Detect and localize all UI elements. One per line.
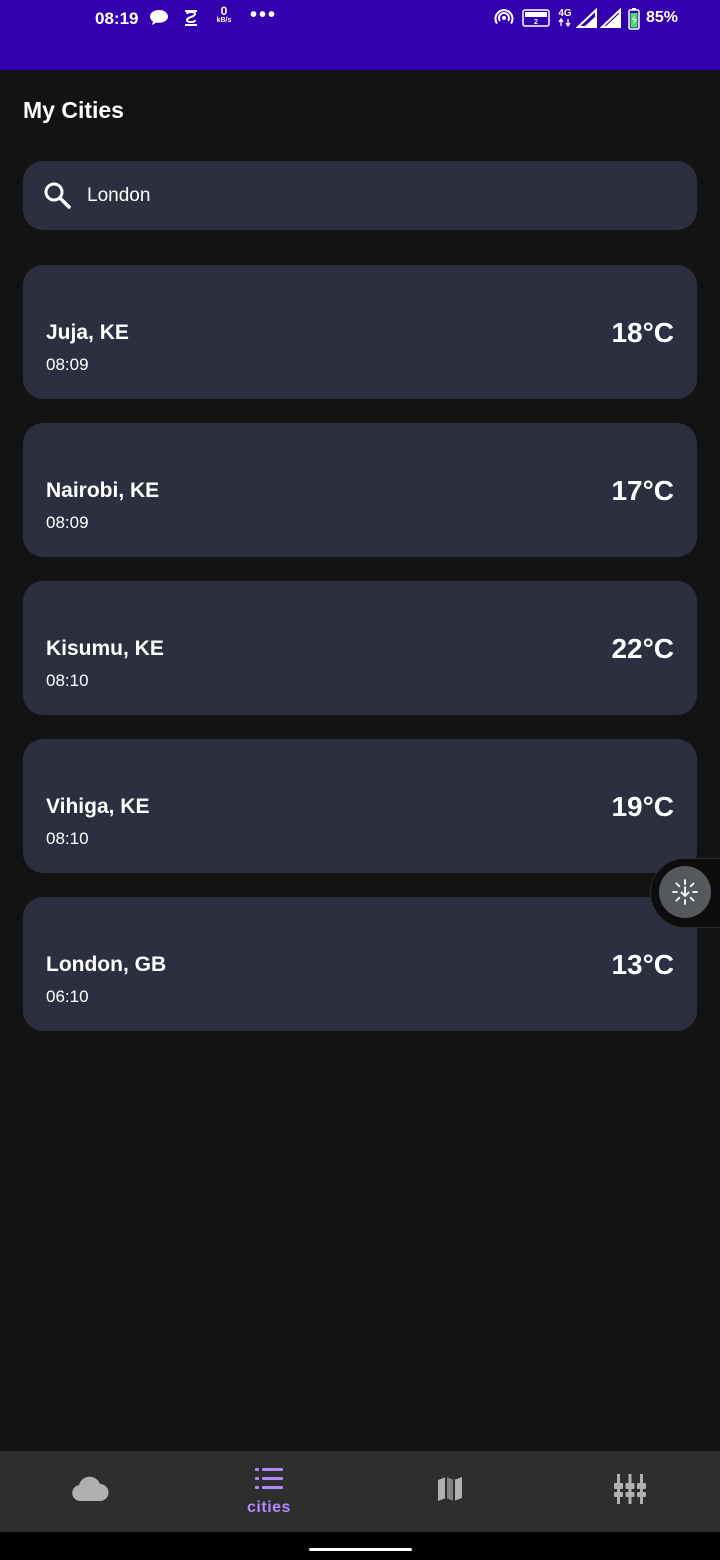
- city-temperature: 19°C: [611, 791, 674, 822]
- city-card-nairobi[interactable]: Nairobi, KE 08:09 17°C: [23, 423, 697, 557]
- city-card-london[interactable]: London, GB 06:10 13°C: [23, 897, 697, 1031]
- city-temperature: 22°C: [611, 633, 674, 664]
- city-name: Nairobi, KE: [46, 479, 160, 502]
- hotspot-icon: [493, 8, 515, 28]
- home-gesture-bar[interactable]: [309, 1548, 412, 1551]
- nav-settings[interactable]: [580, 1451, 680, 1532]
- list-icon: [254, 1466, 284, 1497]
- city-card-kisumu[interactable]: Kisumu, KE 08:10 22°C: [23, 581, 697, 715]
- city-local-time: 06:10: [46, 987, 89, 1006]
- svg-text:2: 2: [534, 19, 538, 26]
- nav-cities-label: cities: [247, 1499, 291, 1516]
- chat-bubble-icon: [148, 8, 170, 28]
- status-bar: 08:19 0 kB/s ••• 2 4G 85%: [0, 0, 720, 70]
- search-icon[interactable]: [42, 180, 72, 210]
- city-local-time: 08:09: [46, 355, 89, 374]
- city-temperature: 17°C: [611, 475, 674, 506]
- bottom-nav: cities: [0, 1451, 720, 1532]
- signal-1-icon: [576, 8, 598, 28]
- page-title: My Cities: [23, 97, 124, 123]
- city-local-time: 08:10: [46, 671, 89, 690]
- sliders-icon: [613, 1473, 647, 1510]
- more-notifications-icon: •••: [250, 4, 278, 26]
- city-name: Vihiga, KE: [46, 795, 150, 818]
- city-card-vihiga[interactable]: Vihiga, KE 08:10 19°C: [23, 739, 697, 873]
- status-time: 08:19: [95, 9, 139, 28]
- cloud-icon: [71, 1476, 109, 1507]
- vpn-s-icon: [181, 8, 201, 28]
- nav-map[interactable]: [400, 1451, 500, 1532]
- city-name: Kisumu, KE: [46, 637, 164, 660]
- city-temperature: 18°C: [611, 317, 674, 348]
- city-list: Juja, KE 08:09 18°C Nairobi, KE 08:09 17…: [23, 265, 697, 1055]
- search-input[interactable]: [87, 183, 667, 209]
- volte-icon: 2: [522, 9, 550, 27]
- net-speed: 0 kB/s: [216, 4, 232, 24]
- map-icon: [436, 1475, 464, 1508]
- signal-2-icon: [600, 8, 622, 28]
- nav-cities[interactable]: cities: [219, 1451, 319, 1532]
- battery-percent: 85%: [646, 9, 679, 26]
- city-name: Juja, KE: [46, 321, 129, 344]
- gesture-area: [0, 1532, 720, 1560]
- svg-text:4G: 4G: [558, 8, 572, 19]
- screen: 08:19 0 kB/s ••• 2 4G 85% My Cities Lond…: [0, 0, 720, 1560]
- city-temperature: 13°C: [611, 949, 674, 980]
- nav-weather[interactable]: [40, 1451, 140, 1532]
- screen-capture-icon[interactable]: [659, 866, 711, 918]
- network-4g-icon: 4G: [557, 6, 573, 28]
- city-local-time: 08:09: [46, 513, 89, 532]
- city-card-juja[interactable]: Juja, KE 08:09 18°C: [23, 265, 697, 399]
- city-local-time: 08:10: [46, 829, 89, 848]
- battery-icon: [628, 8, 640, 30]
- city-name: London, GB: [46, 953, 167, 976]
